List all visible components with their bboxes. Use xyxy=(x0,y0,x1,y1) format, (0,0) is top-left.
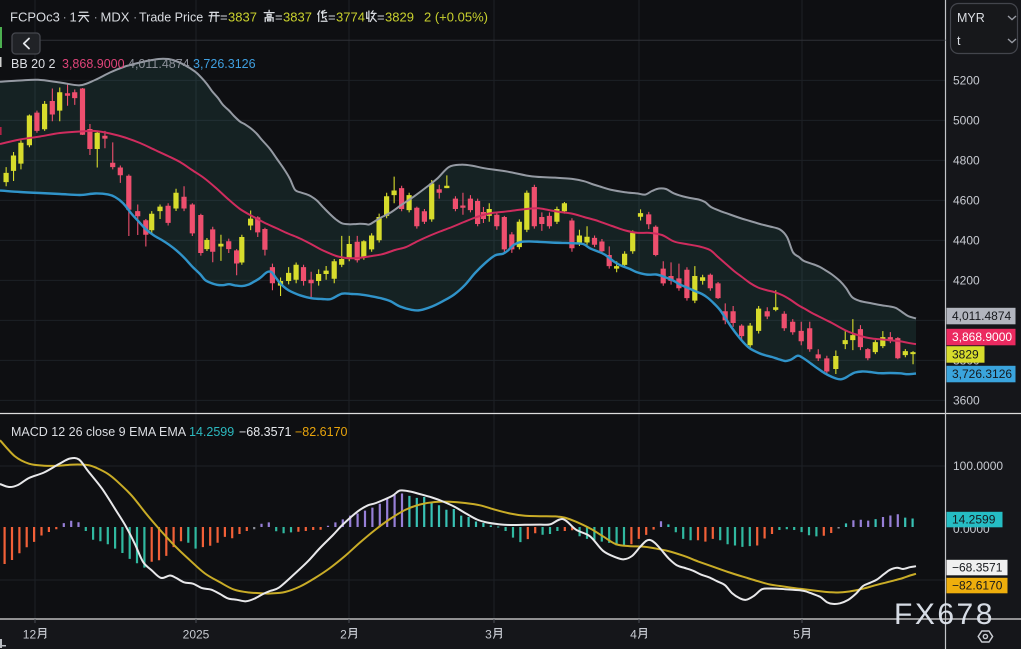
svg-text:3829: 3829 xyxy=(952,348,979,362)
svg-text:MDX: MDX xyxy=(101,10,130,25)
svg-text:=: = xyxy=(377,10,385,25)
svg-text:·: · xyxy=(63,10,67,25)
svg-text:=: = xyxy=(220,10,228,25)
svg-text:14.2599: 14.2599 xyxy=(952,513,996,527)
svg-text:=: = xyxy=(328,10,336,25)
svg-text:2025: 2025 xyxy=(183,628,210,642)
svg-text:4,011.4874: 4,011.4874 xyxy=(952,309,1011,323)
svg-text:3600: 3600 xyxy=(953,394,980,408)
svg-text:12: 12 xyxy=(23,628,37,642)
svg-text:14.2599: 14.2599 xyxy=(189,425,234,439)
svg-text:100.0000: 100.0000 xyxy=(953,459,1003,473)
svg-text:3837: 3837 xyxy=(283,10,312,25)
svg-text:4: 4 xyxy=(630,628,637,642)
svg-text:2 (+0.05%): 2 (+0.05%) xyxy=(424,10,488,25)
svg-text:3829: 3829 xyxy=(385,10,414,25)
svg-text:BB 20 2: BB 20 2 xyxy=(11,57,56,71)
svg-text:1: 1 xyxy=(70,10,77,25)
svg-text:3,868.9000: 3,868.9000 xyxy=(62,57,125,71)
svg-text:4200: 4200 xyxy=(953,274,980,288)
svg-text:3: 3 xyxy=(485,628,492,642)
svg-text:·: · xyxy=(133,10,137,25)
svg-text:5200: 5200 xyxy=(953,74,980,88)
svg-text:3837: 3837 xyxy=(228,10,257,25)
svg-text:−68.3571: −68.3571 xyxy=(952,561,1003,575)
svg-text:3,726.3126: 3,726.3126 xyxy=(193,57,256,71)
svg-text:Trade Price: Trade Price xyxy=(139,11,203,25)
svg-text:3774: 3774 xyxy=(336,10,365,25)
svg-text:3,868.9000: 3,868.9000 xyxy=(952,330,1012,344)
svg-text:4600: 4600 xyxy=(953,194,980,208)
svg-text:FX678: FX678 xyxy=(894,598,995,631)
svg-text:5: 5 xyxy=(793,628,800,642)
svg-text:MACD 12 26 close 9 EMA EMA: MACD 12 26 close 9 EMA EMA xyxy=(11,425,187,439)
svg-text:FCPOc3: FCPOc3 xyxy=(10,10,60,25)
svg-text:MYR: MYR xyxy=(957,11,985,25)
svg-text:·: · xyxy=(94,10,98,25)
svg-text:=: = xyxy=(275,10,283,25)
svg-text:5000: 5000 xyxy=(953,114,980,128)
svg-text:t: t xyxy=(957,34,961,48)
svg-text:−68.3571: −68.3571 xyxy=(239,425,292,439)
svg-text:−82.6170: −82.6170 xyxy=(952,579,1003,593)
svg-text:4,011.4874: 4,011.4874 xyxy=(128,57,190,71)
svg-text:4400: 4400 xyxy=(953,234,980,248)
svg-text:3,726.3126: 3,726.3126 xyxy=(952,367,1012,381)
svg-text:−82.6170: −82.6170 xyxy=(295,425,348,439)
svg-text:2: 2 xyxy=(340,628,347,642)
svg-text:4800: 4800 xyxy=(953,154,980,168)
